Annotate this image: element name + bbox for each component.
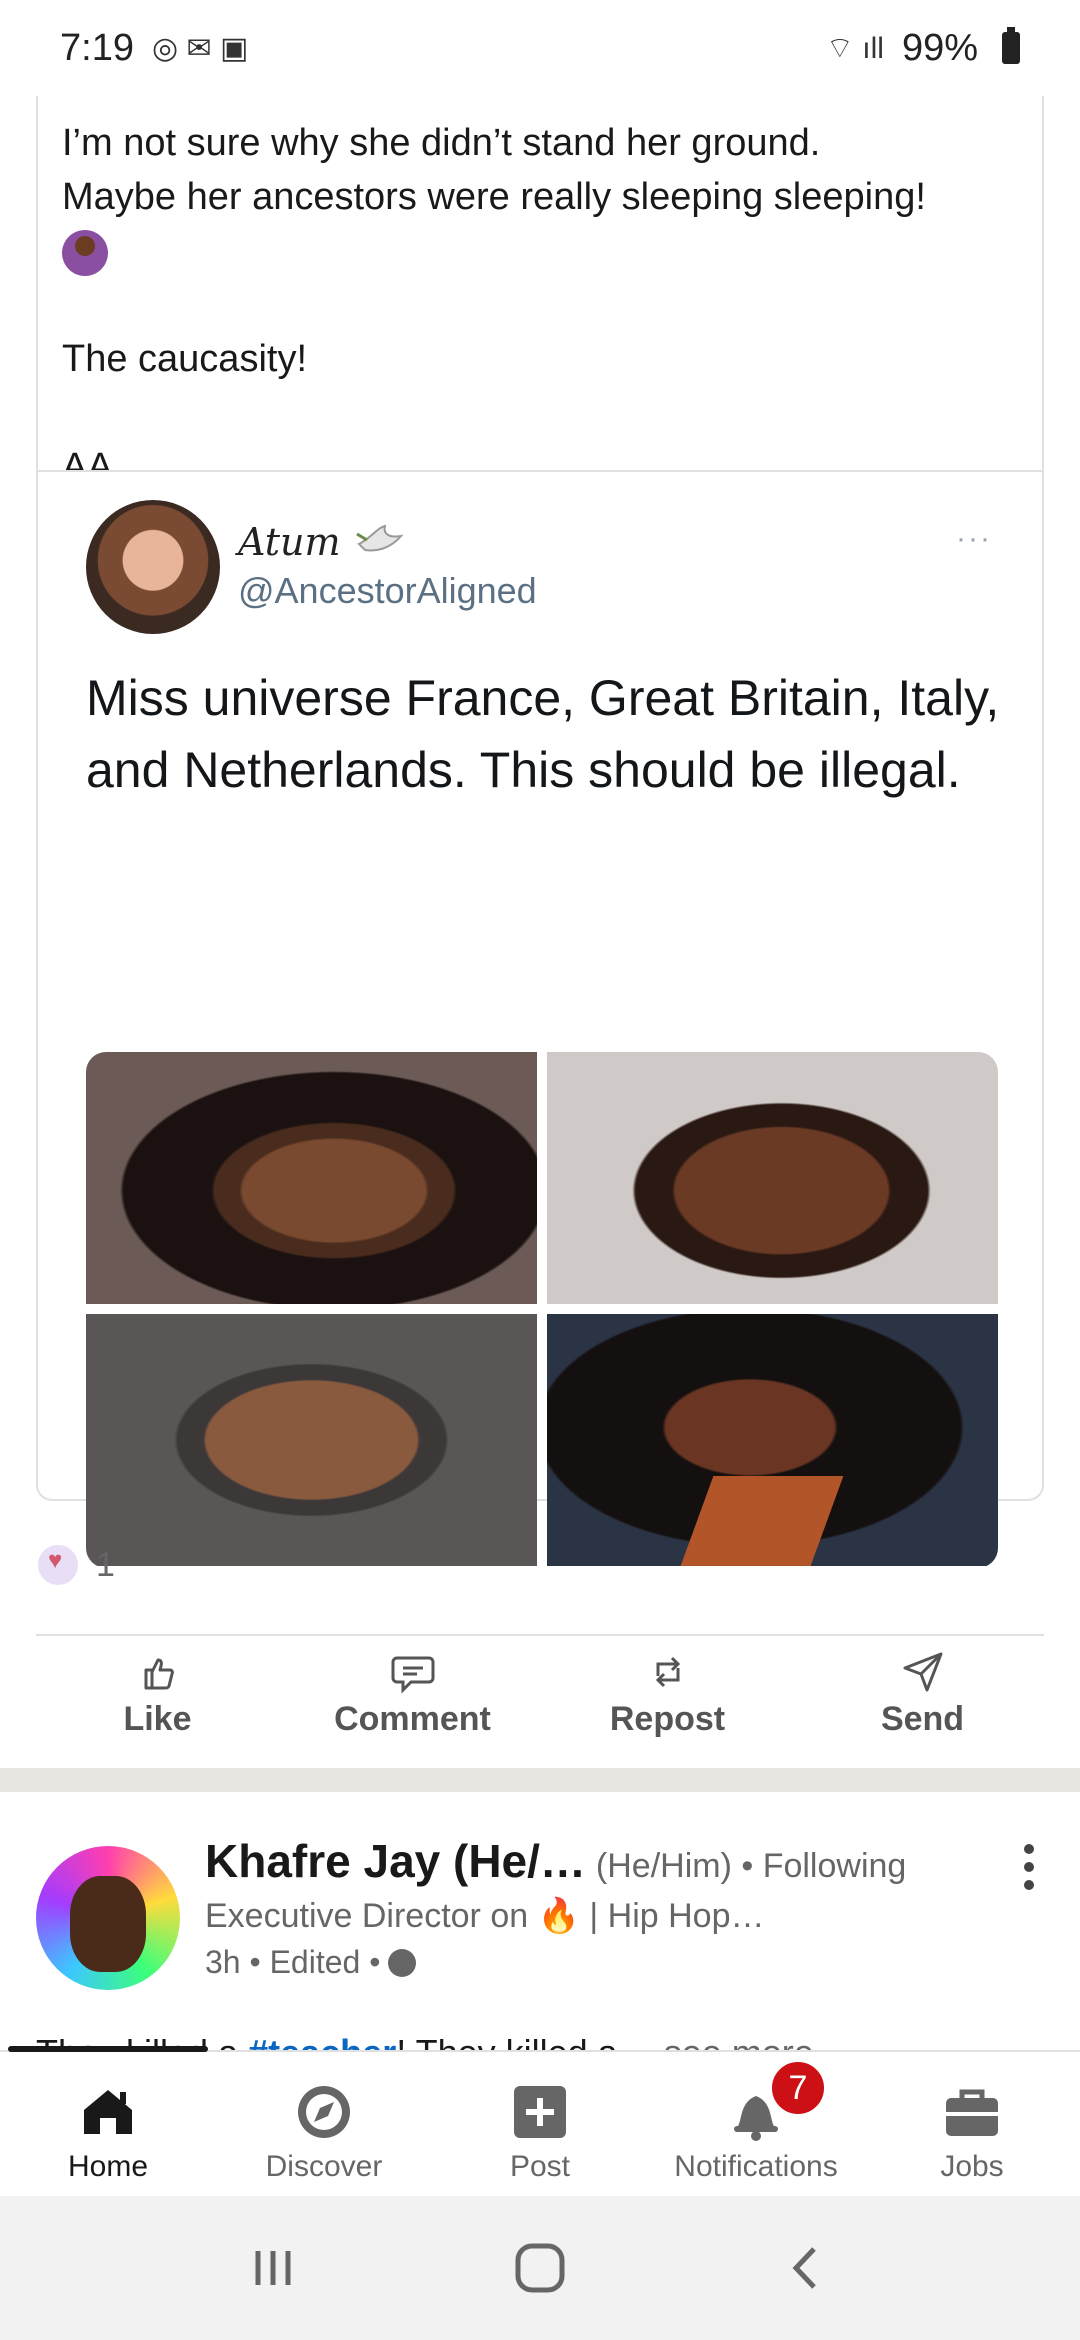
tweet-name-text: Atum — [238, 520, 341, 564]
status-bar: 7:19 ◎ ✉ ▣ ⌔ ıll 99% — [0, 0, 1080, 96]
tweet-more-icon: ··· — [956, 522, 992, 555]
photo-miss-italy — [86, 1314, 537, 1566]
photo-grid — [86, 1052, 998, 1568]
send-icon — [903, 1652, 942, 1692]
status-right: ⌔ ıll 99% — [826, 27, 1020, 70]
status-left: 7:19 ◎ ✉ ▣ — [60, 27, 248, 70]
comment-button[interactable]: Comment — [313, 1650, 513, 1762]
repost-label: Repost — [609, 1700, 726, 1738]
actions-divider — [36, 1634, 1044, 1636]
back-button[interactable] — [757, 2228, 857, 2308]
battery-icon — [1002, 27, 1020, 64]
nav-jobs-label: Jobs — [940, 2150, 1004, 2183]
nav-jobs[interactable]: Jobs — [864, 2052, 1080, 2196]
battery-percent: 99% — [901, 26, 978, 69]
compass-icon — [298, 2086, 350, 2138]
reaction-count: 1 — [96, 1545, 115, 1584]
system-navigation-bar — [0, 2196, 1080, 2340]
nav-discover[interactable]: Discover — [216, 2052, 432, 2196]
post-time: 3h • Edited • — [205, 1944, 381, 1980]
photo-miss-great-britain — [547, 1052, 998, 1304]
post-line: Maybe her ancestors were really sleeping… — [62, 176, 926, 218]
like-button[interactable]: Like — [58, 1650, 258, 1762]
post-actions: Like Comment Repost Send — [0, 1650, 1080, 1762]
photo-miss-netherlands — [547, 1314, 998, 1566]
post-line: The caucasity! — [62, 338, 307, 380]
thumbs-up-icon — [144, 1658, 174, 1690]
recent-apps-icon — [255, 2251, 291, 2285]
embedded-tweet-image[interactable]: Atum @AncestorAligned ··· Miss universe … — [38, 472, 1042, 1566]
author-headline: Executive Director on 🔥 | Hip Hop… — [205, 1897, 765, 1935]
dove-icon — [355, 524, 404, 552]
tweet-avatar — [86, 500, 220, 634]
wifi-signal-icon: ⌔ ıll — [825, 32, 884, 65]
home-circle-icon — [515, 2243, 565, 2293]
photo-miss-france — [86, 1052, 537, 1304]
post-card: I’m not sure why she didn’t stand her gr… — [36, 96, 1044, 1566]
like-label: Like — [123, 1700, 192, 1738]
back-chevron-icon — [792, 2247, 816, 2289]
plus-square-icon — [514, 2086, 566, 2138]
author-name: Khafre Jay (He/… — [205, 1835, 586, 1887]
send-button[interactable]: Send — [823, 1650, 1023, 1762]
nav-notifications[interactable]: Notifications 7 — [648, 2052, 864, 2196]
next-post: Khafre Jay (He/… (He/Him) • Following Exe… — [0, 1792, 1080, 2073]
home-icon — [84, 2090, 132, 2134]
post-meta: 3h • Edited • — [205, 1944, 417, 1981]
comment-icon — [391, 1656, 434, 1694]
nav-home-label: Home — [67, 2150, 149, 2183]
globe-icon — [388, 1948, 417, 1977]
nav-post-label: Post — [509, 2150, 571, 2183]
reactions-summary[interactable]: 1 — [36, 1543, 115, 1587]
feed-separator — [0, 1768, 1080, 1792]
bottom-navigation: Home Discover Post Notifications 7 Jobs — [0, 2050, 1080, 2196]
home-active-indicator — [8, 2046, 208, 2052]
support-reaction-icon — [36, 1543, 80, 1587]
notifications-badge: 7 — [768, 2058, 828, 2118]
author-avatar[interactable] — [36, 1846, 180, 1990]
comment-label: Comment — [334, 1700, 491, 1738]
status-time: 7:19 — [60, 26, 134, 69]
shrug-emoji — [62, 224, 1032, 278]
nav-home[interactable]: Home — [0, 2052, 216, 2196]
home-system-button[interactable] — [490, 2228, 590, 2308]
notification-icons: ◎ ✉ ▣ — [151, 31, 249, 65]
recent-apps-button[interactable] — [223, 2228, 323, 2308]
author-name-row[interactable]: Khafre Jay (He/… (He/Him) • Following — [205, 1834, 906, 1888]
tweet-text: Miss universe France, Great Britain, Ita… — [86, 670, 1000, 798]
nav-notifications-label: Notifications — [674, 2150, 838, 2183]
author-pronouns-following: (He/Him) • Following — [595, 1847, 907, 1885]
nav-post[interactable]: Post — [432, 2052, 648, 2196]
repost-button[interactable]: Repost — [568, 1650, 768, 1762]
more-options-icon[interactable] — [1024, 1844, 1036, 1890]
repost-icon — [655, 1656, 680, 1688]
briefcase-icon — [946, 2089, 998, 2136]
tweet-handle: @AncestorAligned — [238, 570, 537, 611]
tweet-author-name: Atum — [238, 520, 405, 564]
nav-discover-label: Discover — [265, 2150, 383, 2183]
send-label: Send — [880, 1700, 965, 1738]
post-line: I’m not sure why she didn’t stand her gr… — [62, 122, 821, 164]
